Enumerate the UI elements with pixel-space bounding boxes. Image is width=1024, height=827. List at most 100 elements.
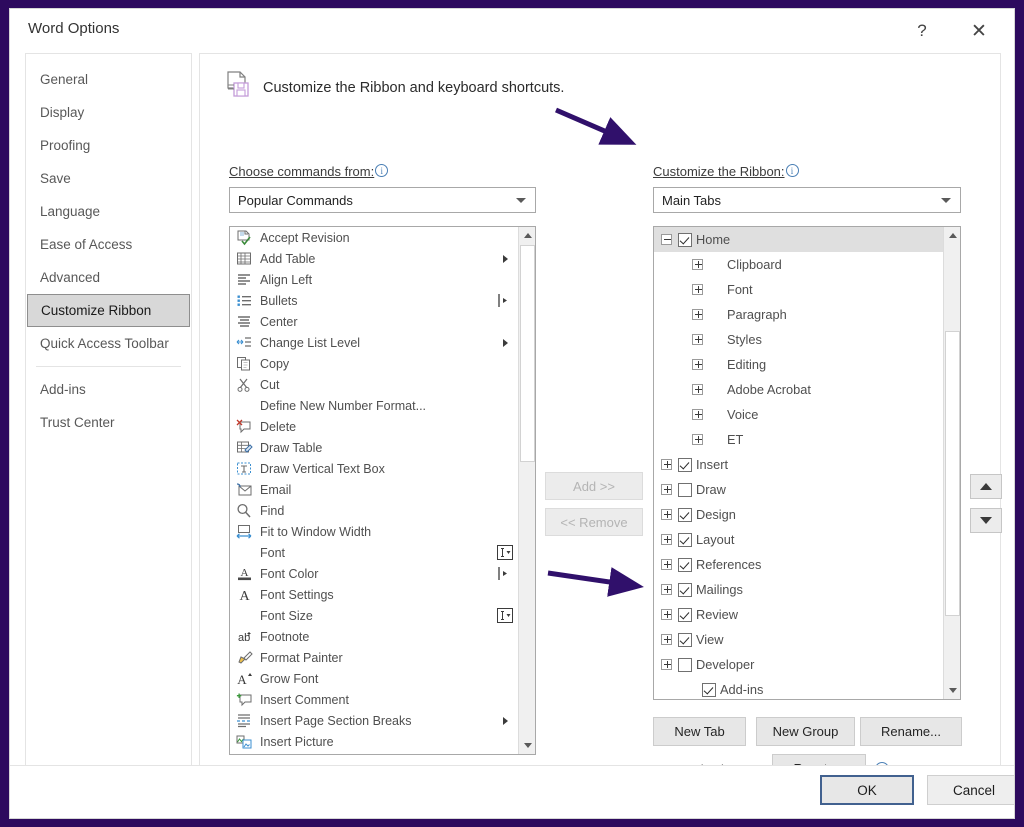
ribbon-tab-checkbox[interactable]	[678, 458, 692, 472]
expand-icon[interactable]	[661, 659, 672, 670]
ribbon-tree-row[interactable]: Font	[654, 277, 943, 302]
expand-icon[interactable]	[661, 534, 672, 545]
command-list-item[interactable]: Font	[230, 542, 518, 563]
command-list-item[interactable]: Accept Revision	[230, 227, 518, 248]
ribbon-tab-checkbox[interactable]	[678, 533, 692, 547]
sidebar-item-general[interactable]: General	[26, 63, 191, 96]
command-list-item[interactable]: Define New Number Format...	[230, 395, 518, 416]
ribbon-tab-checkbox[interactable]	[678, 558, 692, 572]
scroll-down-button[interactable]	[519, 737, 536, 754]
ok-button[interactable]: OK	[820, 775, 914, 805]
new-group-button[interactable]: New Group	[756, 717, 855, 746]
expand-icon[interactable]	[692, 409, 703, 420]
command-list-item[interactable]: AFont Color	[230, 563, 518, 584]
command-list-item[interactable]: Email	[230, 479, 518, 500]
ribbon-tab-checkbox[interactable]	[678, 583, 692, 597]
expand-icon[interactable]	[692, 359, 703, 370]
ribbon-tab-checkbox[interactable]	[678, 608, 692, 622]
ribbon-tree-row[interactable]: Styles	[654, 327, 943, 352]
expand-icon[interactable]	[661, 484, 672, 495]
scroll-up-button[interactable]	[519, 227, 536, 244]
ribbon-tree-row[interactable]: Developer	[654, 652, 943, 677]
ribbon-tree-row[interactable]: ET	[654, 427, 943, 452]
expand-icon[interactable]	[661, 634, 672, 645]
command-list-item[interactable]: Insert Comment	[230, 689, 518, 710]
close-icon[interactable]: ✕	[956, 9, 1002, 53]
command-list-item[interactable]: Format Painter	[230, 647, 518, 668]
expand-icon[interactable]	[692, 384, 703, 395]
command-list-item[interactable]: Fit to Window Width	[230, 521, 518, 542]
ribbon-tree-row[interactable]: References	[654, 552, 943, 577]
command-list-item[interactable]: Draw Table	[230, 437, 518, 458]
collapse-icon[interactable]	[661, 234, 672, 245]
expand-icon[interactable]	[692, 284, 703, 295]
help-icon[interactable]: ?	[899, 9, 945, 53]
ribbon-tree-row[interactable]: Review	[654, 602, 943, 627]
ribbon-tree-listbox[interactable]: HomeClipboardFontParagraphStylesEditingA…	[653, 226, 961, 700]
expand-icon[interactable]	[661, 609, 672, 620]
command-list-item[interactable]: abFootnote	[230, 626, 518, 647]
command-list-item[interactable]: AGrow Font	[230, 668, 518, 689]
scroll-up-button[interactable]	[944, 227, 961, 244]
sidebar-item-quick-access-toolbar[interactable]: Quick Access Toolbar	[26, 327, 191, 360]
ribbon-tree-row[interactable]: Adobe Acrobat	[654, 377, 943, 402]
expand-icon[interactable]	[661, 584, 672, 595]
ribbon-tree-row[interactable]: Mailings	[654, 577, 943, 602]
sidebar-item-add-ins[interactable]: Add-ins	[26, 373, 191, 406]
command-list-item[interactable]: Copy	[230, 353, 518, 374]
ribbon-tree-scrollbar[interactable]	[943, 227, 960, 699]
expand-icon[interactable]	[661, 559, 672, 570]
command-list-item[interactable]: Center	[230, 311, 518, 332]
ribbon-tab-checkbox[interactable]	[678, 658, 692, 672]
ribbon-tab-checkbox[interactable]	[702, 683, 716, 697]
command-list-item[interactable]: Font Size	[230, 605, 518, 626]
command-list-item[interactable]: Delete	[230, 416, 518, 437]
scrollbar-thumb[interactable]	[945, 331, 960, 616]
command-list-item[interactable]: Align Left	[230, 269, 518, 290]
expand-icon[interactable]	[661, 509, 672, 520]
command-list-item[interactable]: Add Table	[230, 248, 518, 269]
ribbon-tree-row[interactable]: Design	[654, 502, 943, 527]
commands-scrollbar[interactable]	[518, 227, 535, 754]
ribbon-tab-checkbox[interactable]	[678, 233, 692, 247]
sidebar-item-trust-center[interactable]: Trust Center	[26, 406, 191, 439]
command-list-item[interactable]: Cut	[230, 374, 518, 395]
expand-icon[interactable]	[692, 334, 703, 345]
scroll-down-button[interactable]	[944, 682, 961, 699]
ribbon-tree-row[interactable]: Paragraph	[654, 302, 943, 327]
info-icon[interactable]: i	[375, 164, 388, 177]
remove-button[interactable]: << Remove	[545, 508, 643, 536]
sidebar-item-display[interactable]: Display	[26, 96, 191, 129]
expand-icon[interactable]	[661, 459, 672, 470]
ribbon-tab-checkbox[interactable]	[678, 483, 692, 497]
cancel-button[interactable]: Cancel	[927, 775, 1015, 805]
sidebar-item-proofing[interactable]: Proofing	[26, 129, 191, 162]
choose-commands-dropdown[interactable]: Popular Commands	[229, 187, 536, 213]
command-list-item[interactable]: Change List Level	[230, 332, 518, 353]
expand-icon[interactable]	[692, 259, 703, 270]
expand-icon[interactable]	[692, 434, 703, 445]
scrollbar-thumb[interactable]	[520, 245, 535, 462]
ribbon-tree-row[interactable]: Home	[654, 227, 943, 252]
customize-ribbon-dropdown[interactable]: Main Tabs	[653, 187, 961, 213]
ribbon-tree-row[interactable]: Draw	[654, 477, 943, 502]
ribbon-tree-row[interactable]: Editing	[654, 352, 943, 377]
move-down-button[interactable]	[970, 508, 1002, 533]
command-list-item[interactable]: Draw Vertical Text Box	[230, 458, 518, 479]
command-list-item[interactable]: Bullets	[230, 290, 518, 311]
sidebar-item-customize-ribbon[interactable]: Customize Ribbon	[27, 294, 190, 327]
add-button[interactable]: Add >>	[545, 472, 643, 500]
ribbon-tab-checkbox[interactable]	[678, 508, 692, 522]
ribbon-tree-row[interactable]: Insert	[654, 452, 943, 477]
sidebar-item-ease-of-access[interactable]: Ease of Access	[26, 228, 191, 261]
ribbon-tree-row[interactable]: View	[654, 627, 943, 652]
ribbon-tree-row[interactable]: Layout	[654, 527, 943, 552]
command-list-item[interactable]: Insert Page Section Breaks	[230, 710, 518, 731]
sidebar-item-language[interactable]: Language	[26, 195, 191, 228]
expand-icon[interactable]	[692, 309, 703, 320]
command-list-item[interactable]: AFont Settings	[230, 584, 518, 605]
ribbon-tree-row[interactable]: Clipboard	[654, 252, 943, 277]
ribbon-tab-checkbox[interactable]	[678, 633, 692, 647]
sidebar-item-advanced[interactable]: Advanced	[26, 261, 191, 294]
move-up-button[interactable]	[970, 474, 1002, 499]
